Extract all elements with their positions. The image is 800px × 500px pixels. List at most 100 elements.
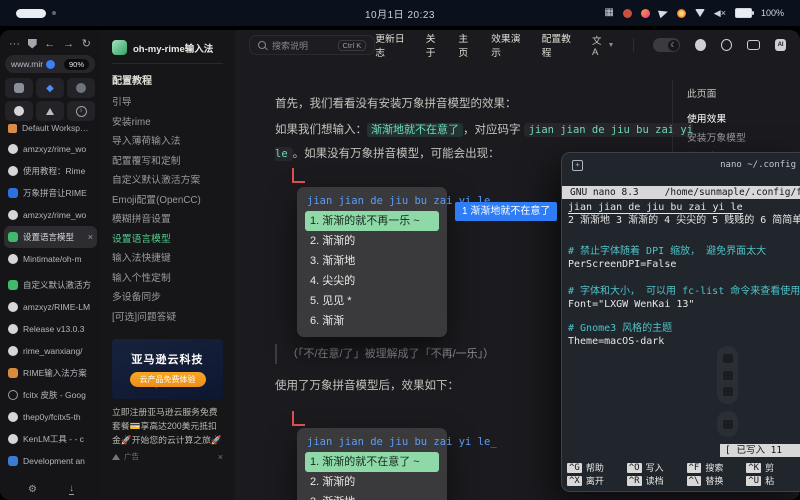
nav-item-faq[interactable]: [可选]问题答疑: [112, 308, 223, 328]
toc-item-install-model[interactable]: 安装万象模型: [687, 129, 792, 148]
info-extension-icon[interactable]: i: [67, 101, 95, 121]
downloads-icon[interactable]: ↓: [69, 484, 74, 495]
forward-icon[interactable]: →: [63, 38, 74, 50]
nav-item-sync[interactable]: 多设备同步: [112, 288, 223, 308]
tab-usage-tutorial[interactable]: 使用教程：Rime: [4, 160, 97, 182]
tab-rime-scheme[interactable]: RIME输入法方案: [4, 362, 97, 384]
fcitx-selected-candidate[interactable]: 1 渐渐地就不在意了: [455, 202, 557, 221]
nav-item-guide[interactable]: 引导: [112, 93, 223, 113]
toc-item-usage-active[interactable]: 使用效果: [687, 110, 792, 129]
nav-item-hotkeys[interactable]: 输入法快捷键: [112, 249, 223, 269]
workspace-row[interactable]: Default Worksp…: [8, 123, 88, 133]
telegram-tray-icon[interactable]: [658, 8, 669, 18]
search-input[interactable]: 搜索说明 Ctrl K: [249, 35, 375, 55]
fcitx-candidate-row[interactable]: 2 渐渐地 3 渐渐的 4 尖尖的 5 贱贱的 6 简简单: [568, 214, 800, 227]
floating-widget: [717, 346, 738, 404]
bilibili-icon[interactable]: [747, 40, 760, 50]
site-logo-icon: [112, 40, 127, 55]
config-comment-1: # 禁止字体随着 DPI 缩放， 避免界面太大: [568, 245, 800, 258]
tab-fcitx-skin[interactable]: fcitx 皮肤 - Goog: [4, 384, 97, 406]
volume-icon[interactable]: ◀×: [714, 9, 726, 18]
site-header[interactable]: oh-my-rime输入法: [112, 40, 223, 64]
nano-shortcuts-row-1: ^G帮助 ^O写入 ^F搜索 ^K剪: [567, 461, 800, 474]
tab-rime-lm[interactable]: amzxyz/RIME-LM: [4, 296, 97, 318]
search-shortcut-badge: Ctrl K: [338, 40, 367, 51]
reload-icon[interactable]: ↻: [82, 37, 91, 50]
nav-item-install-rime[interactable]: 安装rime: [112, 113, 223, 133]
nav-section-title: 配置教程: [112, 72, 223, 87]
ad-banner-button[interactable]: 云产品免费体验: [130, 372, 206, 387]
tab-wanxiang-pinyin[interactable]: 万象拼音让RIME: [4, 182, 97, 204]
tab-fcitx5-theme[interactable]: thep0y/fcitx5-th: [4, 406, 97, 428]
ad-label: 广告: [124, 451, 139, 462]
nav-changelog[interactable]: 更新日志: [375, 31, 410, 59]
extension-icon-2[interactable]: ◆: [36, 78, 64, 98]
fcitx-tray-icon[interactable]: [623, 9, 632, 18]
nav-item-personalize[interactable]: 输入个性定制: [112, 269, 223, 289]
ad-banner[interactable]: 亚马逊云科技 云产品免费体验: [112, 339, 223, 399]
ime-candidate-window-1: jian jian de jiu bu zai yi le_ 1. 渐渐的就不再…: [297, 187, 447, 337]
github-icon[interactable]: [695, 39, 706, 51]
search-placeholder: 搜索说明: [272, 39, 308, 52]
github-extension-icon[interactable]: [5, 101, 33, 121]
ai-icon[interactable]: AI: [775, 39, 786, 51]
firefox-tray-icon[interactable]: [641, 9, 650, 18]
page-header: 搜索说明 Ctrl K 更新日志 关于 主页 效果演示 配置教程 文A▼ ☾ A…: [235, 30, 800, 60]
nav-item-import-mint[interactable]: 导入薄荷输入法: [112, 132, 223, 152]
terminal-tab-icon[interactable]: +: [572, 160, 583, 171]
terminal-titlebar[interactable]: + nano ~/.config: [562, 153, 800, 177]
nav-item-fuzzy-pinyin[interactable]: 模糊拼音设置: [112, 210, 223, 230]
gitee-icon[interactable]: [721, 39, 732, 51]
battery-icon: [735, 8, 752, 18]
extension-icon-1[interactable]: [5, 78, 33, 98]
theme-toggle[interactable]: ☾: [653, 38, 680, 52]
nav-about[interactable]: 关于: [426, 31, 444, 59]
candidate-selected: 1. 渐渐的就不在意了 ~: [305, 452, 439, 472]
workspace-indicator[interactable]: [16, 9, 56, 18]
chevron-down-icon: ▼: [608, 42, 615, 49]
shield-icon[interactable]: [28, 39, 37, 49]
github-icon: [8, 254, 18, 264]
paragraph-3: 使用了万象拼音模型后，效果如下：: [275, 374, 459, 398]
app-tray-icon[interactable]: [677, 9, 686, 18]
candidate: 5. 见见 *: [305, 291, 439, 311]
tab-development[interactable]: Development an: [4, 450, 97, 472]
ad-card[interactable]: 亚马逊云科技 云产品免费体验 立即注册亚马逊云服务免费套餐💳享高达200美元抵扣…: [112, 339, 223, 462]
tab-rime-wanxiang[interactable]: rime_wanxiang/: [4, 340, 97, 362]
nav-item-emoji[interactable]: Emoji配置(OpenCC): [112, 191, 223, 211]
back-icon[interactable]: ←: [44, 38, 55, 50]
tab-release[interactable]: Release v13.0.3: [4, 318, 97, 340]
input-grid-icon[interactable]: ▦: [604, 8, 613, 18]
workspace-dot: [52, 11, 56, 15]
wifi-icon[interactable]: [695, 9, 705, 17]
tab-kenlm[interactable]: KenLM工具 - - c: [4, 428, 97, 450]
nav-tutorial[interactable]: 配置教程: [542, 31, 577, 59]
search-icon: [258, 41, 266, 49]
github-icon: [8, 210, 18, 220]
ad-close-icon[interactable]: ×: [218, 452, 223, 462]
zoom-badge[interactable]: 90%: [64, 59, 89, 70]
nano-version: GNU nano 8.3: [570, 187, 639, 198]
close-tab-icon[interactable]: ×: [88, 232, 93, 242]
toc-title: 此页面: [687, 86, 792, 100]
nav-demo[interactable]: 效果演示: [491, 31, 526, 59]
nav-item-language-model-active[interactable]: 设置语言模型: [112, 230, 223, 250]
tab-language-model-active[interactable]: 设置语言模型×: [4, 226, 97, 248]
nav-item-override[interactable]: 配置覆写和定制: [112, 152, 223, 172]
tab-amzxyz-rime-2[interactable]: amzxyz/rime_wo: [4, 204, 97, 226]
terminal-window[interactable]: + nano ~/.config GNU nano 8.3 /home/sunm…: [561, 152, 800, 492]
more-menu-icon[interactable]: ···: [9, 38, 20, 50]
extension-icon-3[interactable]: [67, 78, 95, 98]
nav-item-default-scheme[interactable]: 自定义默认激活方案: [112, 171, 223, 191]
language-selector[interactable]: 文A▼: [592, 33, 614, 58]
tab-mintimate[interactable]: Mintimate/oh-m: [4, 248, 97, 270]
settings-gear-icon[interactable]: ⚙: [28, 484, 37, 495]
candidate: 2. 渐渐的: [305, 472, 439, 492]
nav-home[interactable]: 主页: [458, 31, 476, 59]
ad-caption[interactable]: 立即注册亚马逊云服务免费套餐💳享高达200美元抵扣金🚀开始您的云计算之旅🚀: [112, 405, 223, 447]
tab-custom-scheme[interactable]: 自定义默认激活方: [4, 274, 97, 296]
url-text: www.mir: [11, 59, 43, 69]
url-bar[interactable]: www.mir 90%: [5, 55, 95, 73]
extension-icon-5[interactable]: [36, 101, 64, 121]
tab-amzxyz-rime-1[interactable]: amzxyz/rime_wo: [4, 138, 97, 160]
